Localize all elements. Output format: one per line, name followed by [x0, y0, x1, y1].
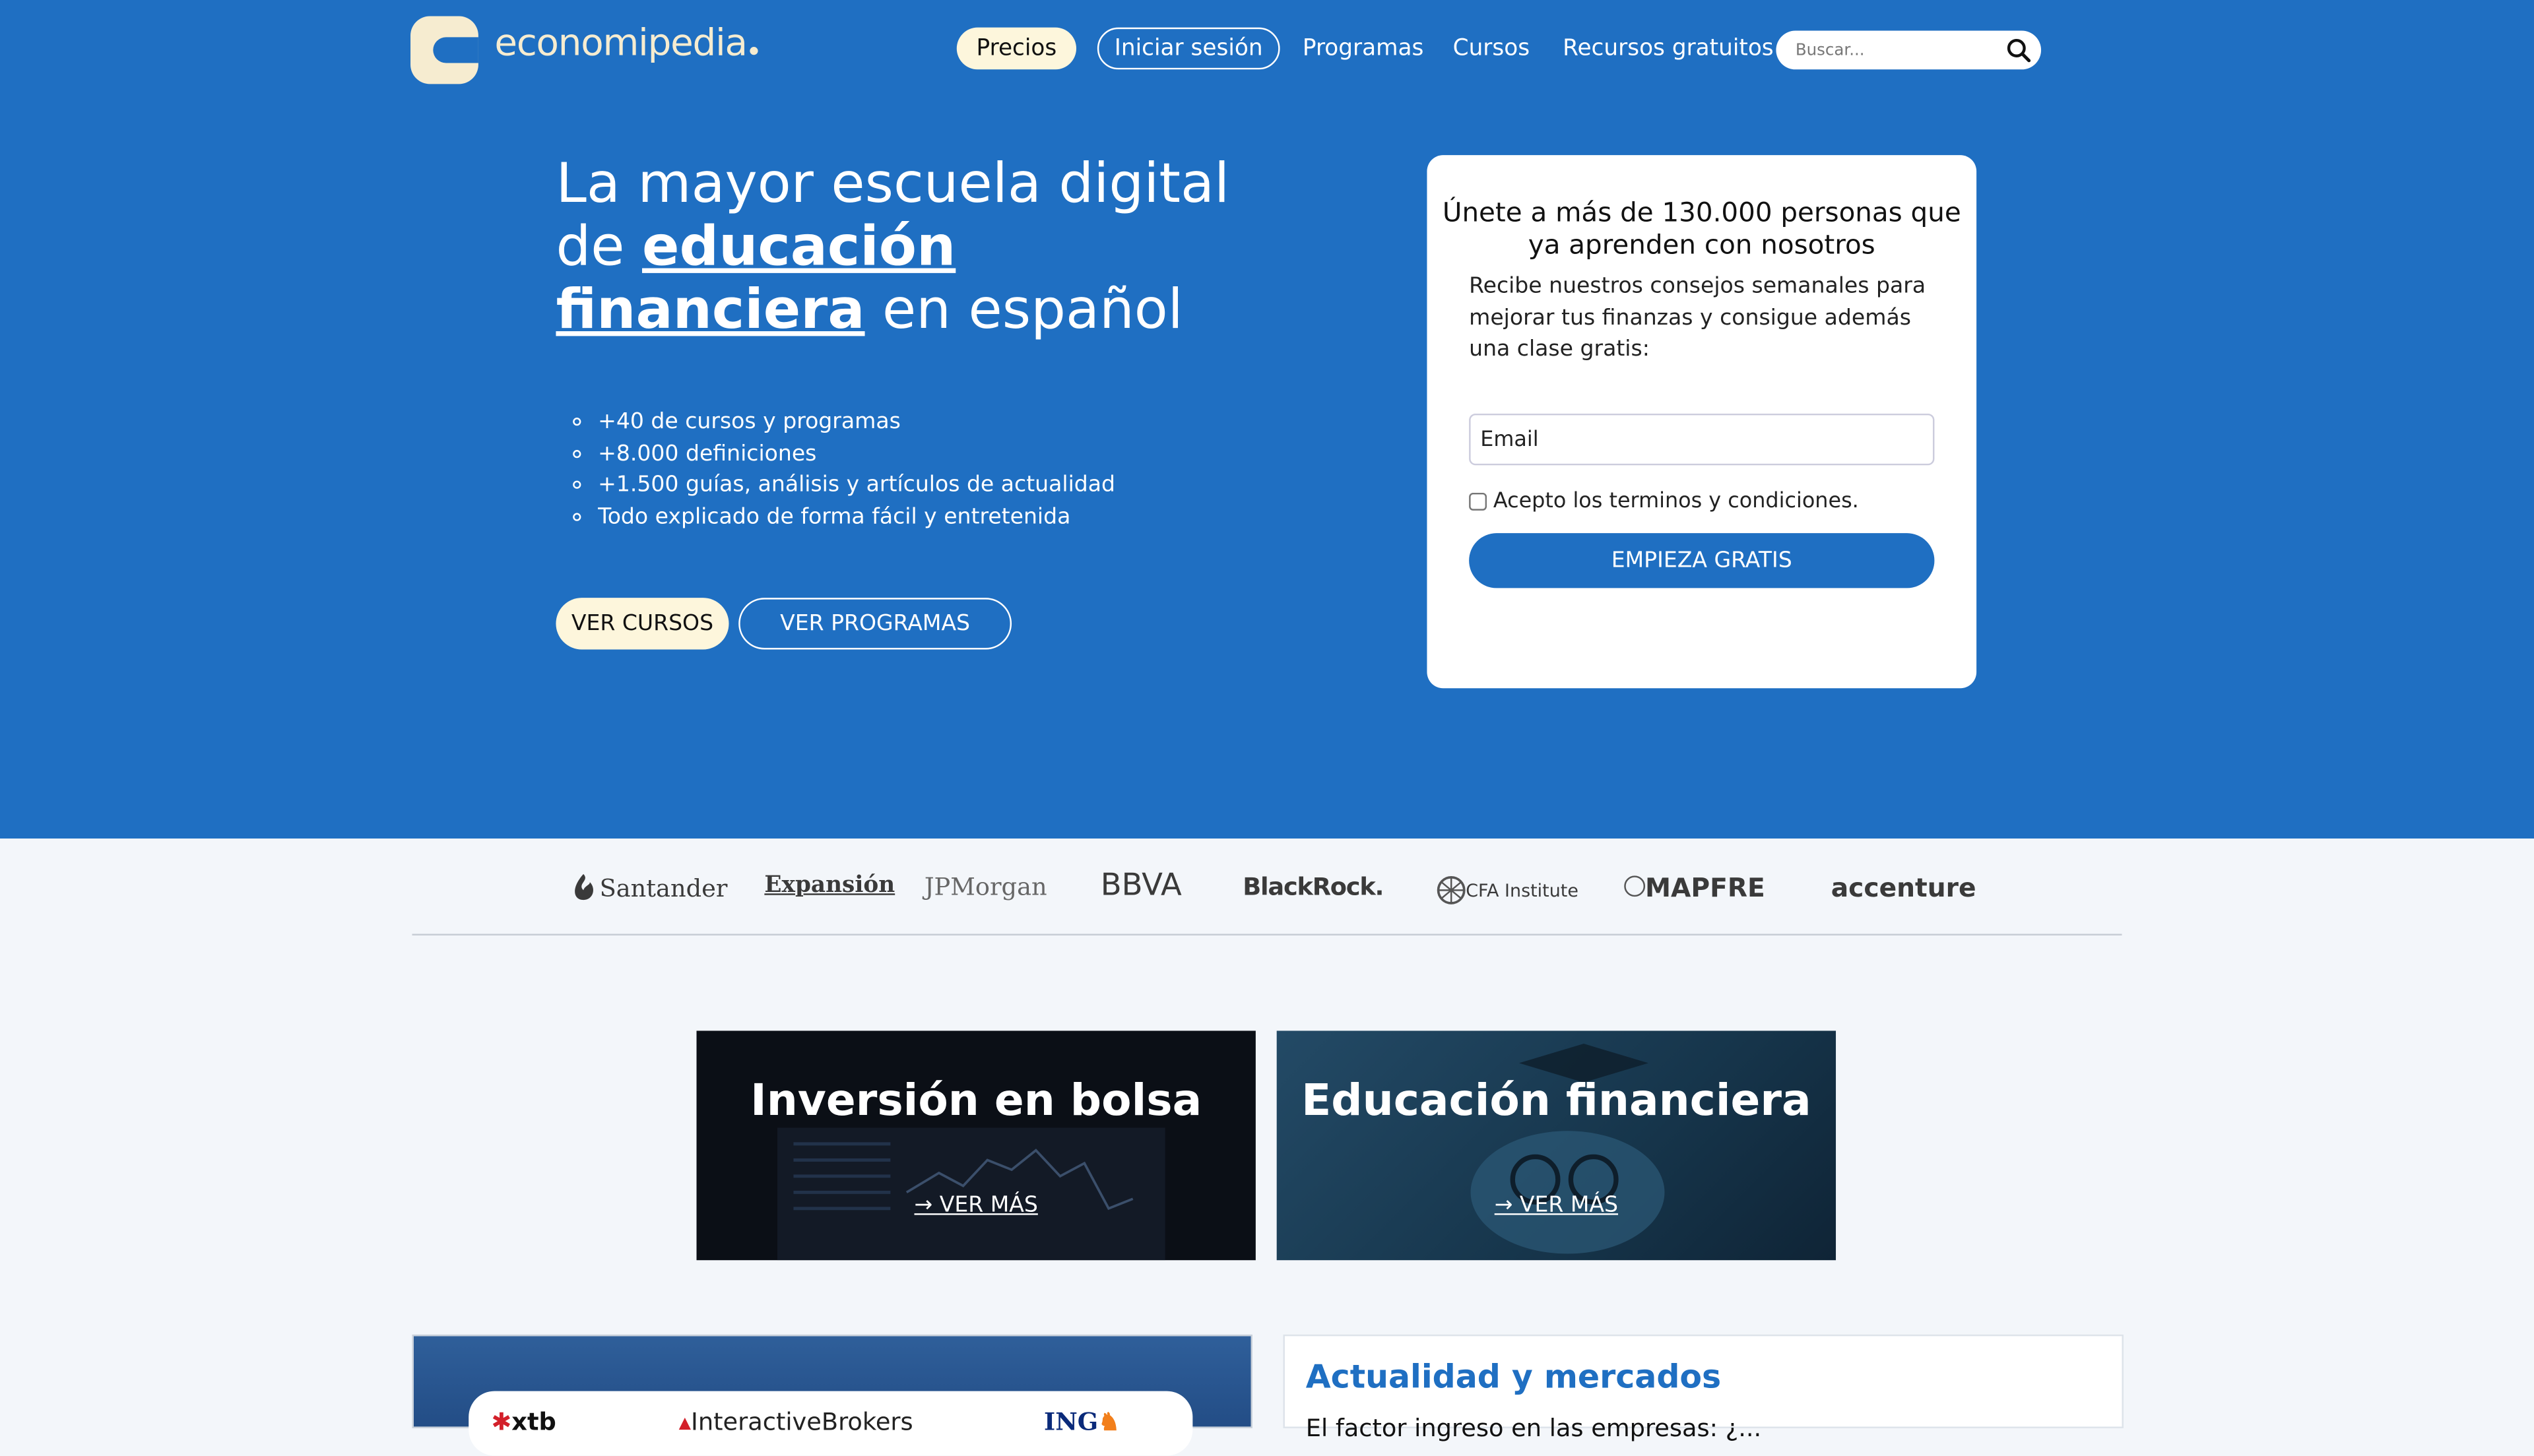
partner-logo-cfa: CFA Institute [1437, 875, 1578, 904]
broker-logo-interactive-brokers: ▴InteractiveBrokers [679, 1407, 913, 1436]
feature-item: Todo explicado de forma fácil y entreten… [598, 502, 1115, 534]
feature-item: +40 de cursos y programas [598, 407, 1115, 439]
search-icon[interactable] [2005, 37, 2031, 63]
tile-title: Educación financiera [1301, 1076, 1811, 1126]
email-field[interactable] [1469, 413, 1935, 466]
cfa-globe-icon [1437, 875, 1466, 904]
partner-logo-accenture: accenture [1831, 872, 1976, 903]
hero-section [0, 0, 2534, 839]
logo-icon[interactable] [410, 16, 478, 84]
partner-logo-expansion: Expansión [764, 872, 895, 899]
logo-text[interactable]: economipedia [494, 22, 759, 65]
partner-logo-jpmorgan: JPMorgan [924, 872, 1047, 902]
ver-mas-link[interactable]: → VER MÁS [697, 1192, 1256, 1218]
ing-lion-icon: ♞ [1098, 1407, 1121, 1437]
tile-educacion-financiera[interactable]: Educación financiera → VER MÁS [1276, 1030, 1836, 1261]
partner-logo-blackrock: BlackRock. [1243, 872, 1384, 902]
terms-label: Acepto los terminos y condiciones. [1493, 490, 1859, 514]
terms-checkbox-row[interactable]: Acepto los terminos y condiciones. [1469, 490, 1859, 514]
broker-name: xtb [511, 1407, 556, 1437]
feature-list: +40 de cursos y programas +8.000 definic… [556, 407, 1115, 534]
partner-name: MAPFRE [1645, 872, 1765, 903]
signup-description: Recibe nuestros consejos semanales para … [1469, 272, 1926, 363]
nav-cursos[interactable]: Cursos [1453, 36, 1530, 61]
broker-logo-ing: ING♞ [1044, 1407, 1120, 1436]
partner-name: CFA Institute [1466, 880, 1578, 902]
empieza-gratis-button[interactable]: EMPIEZA GRATIS [1469, 533, 1935, 588]
hero-title-post: en español [864, 278, 1183, 343]
mapfre-emblem-icon [1624, 875, 1646, 897]
news-panel: Actualidad y mercados El factor ingreso … [1283, 1334, 2124, 1443]
signup-title: Únete a más de 130.000 personas que ya a… [1442, 197, 1961, 261]
partner-logo-santander: Santander [568, 872, 728, 903]
stock-chart-image [777, 1127, 1165, 1261]
broker-logo-xtb: ✱xtb [491, 1407, 556, 1436]
partner-logo-bbva: BBVA [1100, 868, 1182, 903]
brokers-banner[interactable]: ✱xtb ▴InteractiveBrokers ING♞ [412, 1334, 1252, 1456]
ver-cursos-button[interactable]: VER CURSOS [556, 598, 729, 650]
login-button[interactable]: Iniciar sesión [1097, 27, 1280, 70]
tile-title: Inversión en bolsa [750, 1076, 1202, 1126]
broker-name: InteractiveBrokers [691, 1407, 913, 1437]
hero-title: La mayor escuela digital de educación fi… [556, 152, 1267, 343]
nav-programas[interactable]: Programas [1303, 36, 1424, 61]
feature-item: +8.000 definiciones [598, 439, 1115, 470]
broker-name: ING [1044, 1407, 1099, 1437]
piggy-bank-image [1470, 1044, 1665, 1254]
news-snippet[interactable]: El factor ingreso en las empresas: ¿... [1306, 1414, 1761, 1443]
search-input[interactable] [1795, 30, 1990, 70]
precios-button[interactable]: Precios [956, 27, 1077, 70]
ver-programas-button[interactable]: VER PROGRAMAS [738, 598, 1012, 650]
xtb-star-icon: ✱ [491, 1407, 512, 1437]
santander-flame-icon [575, 873, 593, 901]
partner-name: Santander [599, 873, 728, 903]
ib-flame-icon: ▴ [678, 1407, 692, 1437]
ver-mas-link[interactable]: → VER MÁS [1277, 1192, 1836, 1218]
partner-logo-mapfre: MAPFRE [1624, 872, 1765, 903]
search-box [1776, 30, 2042, 70]
feature-item: +1.500 guías, análisis y artículos de ac… [598, 470, 1115, 502]
terms-checkbox[interactable] [1469, 492, 1487, 511]
tile-inversion-bolsa[interactable]: Inversión en bolsa → VER MÁS [696, 1030, 1256, 1261]
news-title[interactable]: Actualidad y mercados [1306, 1357, 1721, 1396]
nav-recursos-gratuitos[interactable]: Recursos gratuitos [1563, 36, 1774, 61]
